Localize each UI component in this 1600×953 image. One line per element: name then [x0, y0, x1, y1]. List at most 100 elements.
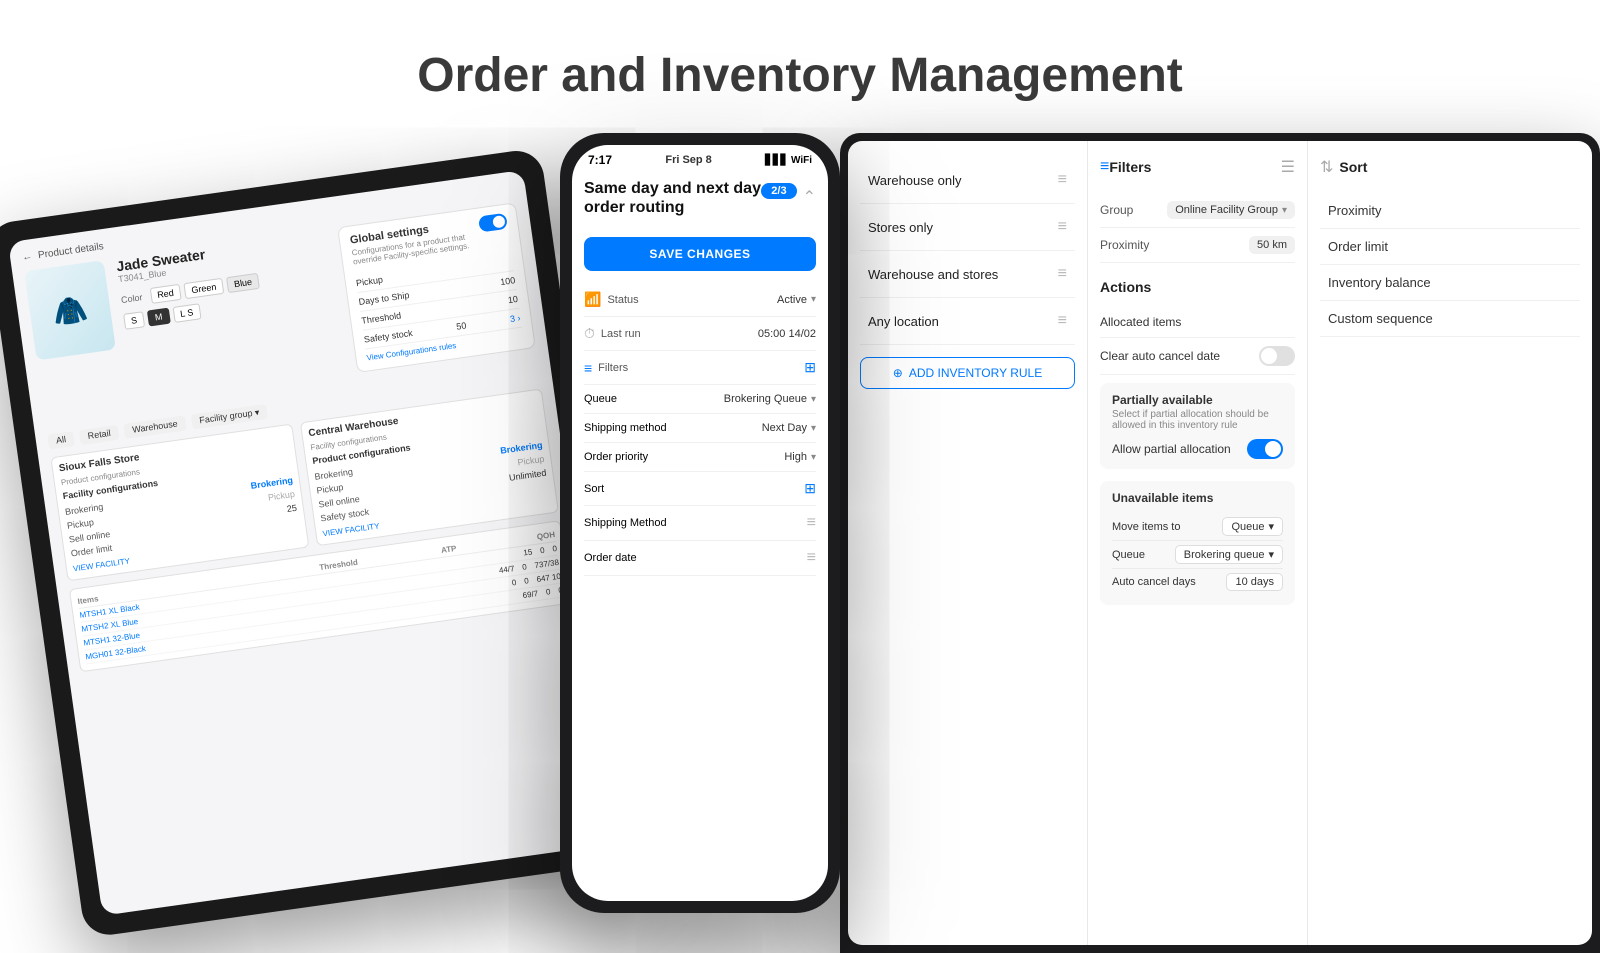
shipping-method-row[interactable]: Shipping method Next Day ▾ — [584, 414, 816, 443]
gs-days-label: Days to Ship — [358, 290, 410, 307]
proximity-value[interactable]: 50 km — [1249, 236, 1295, 254]
queue-brokering-value[interactable]: Brokering queue ▾ — [1175, 545, 1283, 564]
any-location-label: Any location — [868, 314, 939, 329]
gs-threshold-val: 10 — [507, 294, 518, 305]
routing-title: Same day and next day order routing — [584, 179, 761, 217]
stores-only-label: Stores only — [868, 220, 933, 235]
order-date-row: Order date ≡ — [584, 541, 816, 576]
gs-threshold-label: Threshold — [361, 310, 402, 325]
order-priority-row[interactable]: Order priority High ▾ — [584, 443, 816, 472]
status-value: Active — [777, 294, 807, 306]
shipping-method-value: Next Day — [762, 422, 807, 434]
partial-subtitle: Select if partial allocation should be a… — [1112, 409, 1283, 431]
move-items-value[interactable]: Queue ▾ — [1222, 517, 1283, 536]
group-label: Group — [1100, 203, 1133, 217]
order-priority-label: Order priority — [584, 451, 648, 463]
central-warehouse-col: Central Warehouse Facility configuration… — [300, 388, 559, 546]
tag-retail[interactable]: Retail — [79, 425, 120, 445]
filters-row[interactable]: ≡ Filters ⊞ — [584, 351, 816, 385]
last-run-icon: ⏱ — [584, 325, 595, 342]
warehouse-only-item[interactable]: Warehouse only ≡ — [860, 157, 1075, 204]
clear-cancel-label: Clear auto cancel date — [1100, 349, 1220, 363]
auto-cancel-label: Auto cancel days — [1112, 576, 1196, 588]
gs-safety-arrow: 3 › — [509, 313, 521, 324]
sort-proximity[interactable]: Proximity — [1320, 193, 1580, 229]
tag-all[interactable]: All — [47, 431, 75, 449]
size-l[interactable]: L S — [172, 303, 201, 323]
add-inventory-rule-button[interactable]: ⊕ ADD INVENTORY RULE — [860, 357, 1075, 389]
color-blue[interactable]: Blue — [226, 273, 260, 293]
sort-custom-sequence[interactable]: Custom sequence — [1320, 301, 1580, 337]
queue-brokering-row: Queue Brokering queue ▾ — [1112, 541, 1283, 569]
allocated-items-label: Allocated items — [1100, 315, 1181, 329]
product-screen: ← Product details 🧥 Jade Sweater T3041_B… — [8, 170, 618, 916]
sort-inventory-balance[interactable]: Inventory balance — [1320, 265, 1580, 301]
global-settings-box: Global settings Configurations for a pro… — [337, 202, 536, 373]
allow-partial-row: Allow partial allocation — [1112, 439, 1283, 459]
sort-header: ⇅ Sort — [1320, 157, 1580, 177]
center-phone-screen: 7:17 Fri Sep 8 ▋▋▋ WiFi Same day and nex… — [572, 145, 828, 901]
phone-content: Same day and next day order routing 2/3 … — [572, 171, 828, 584]
location-column: Warehouse only ≡ Stores only ≡ Warehouse… — [848, 141, 1088, 945]
shipping-method-label: Shipping method — [584, 422, 667, 434]
priority-chevron: ▾ — [811, 452, 816, 463]
devices-area: ← Product details 🧥 Jade Sweater T3041_B… — [0, 133, 1600, 853]
size-s[interactable]: S — [123, 311, 145, 330]
sioux-falls-col: Sioux Falls Store Product configurations… — [50, 424, 309, 582]
color-red[interactable]: Red — [149, 284, 181, 304]
gs-days-val: 100 — [500, 275, 516, 287]
clear-cancel-toggle[interactable] — [1259, 346, 1295, 366]
tag-facility-group[interactable]: Facility group ▾ — [190, 404, 268, 430]
sort-column: ⇅ Sort Proximity Order limit Inventory b… — [1308, 141, 1592, 945]
status-label: Status — [607, 294, 638, 306]
queue-label: Queue — [584, 393, 617, 405]
queue-brokering-label: Queue — [1112, 549, 1145, 561]
phone-status-bar: 7:17 Fri Sep 8 ▋▋▋ WiFi — [572, 145, 828, 171]
left-tablet: ← Product details 🧥 Jade Sweater T3041_B… — [0, 147, 640, 938]
status-chevron: ▾ — [811, 294, 816, 305]
center-phone: 7:17 Fri Sep 8 ▋▋▋ WiFi Same day and nex… — [560, 133, 840, 913]
size-m[interactable]: M — [147, 308, 171, 327]
filters-icon-right: ⊞ — [804, 359, 816, 376]
color-green[interactable]: Green — [183, 278, 224, 299]
phone-signal-icons: ▋▋▋ WiFi — [765, 155, 812, 166]
stores-only-drag: ≡ — [1058, 218, 1067, 236]
partially-available-box: Partially available Select if partial al… — [1100, 383, 1295, 469]
filters-header: ≡ Filters ☰ — [1100, 157, 1295, 177]
last-run-value: 05:00 14/02 — [758, 328, 816, 340]
queue-row[interactable]: Queue Brokering Queue ▾ — [584, 385, 816, 414]
warehouse-stores-label: Warehouse and stores — [868, 267, 998, 282]
warehouse-stores-item[interactable]: Warehouse and stores ≡ — [860, 251, 1075, 298]
filters-column: ≡ Filters ☰ Group Online Facility Group … — [1088, 141, 1308, 945]
sort-title: Sort — [1339, 159, 1367, 175]
any-location-drag: ≡ — [1058, 312, 1067, 330]
auto-cancel-row: Auto cancel days 10 days — [1112, 569, 1283, 595]
status-icon: 📶 — [584, 291, 601, 308]
allow-partial-toggle[interactable] — [1247, 439, 1283, 459]
gs-pickup-label: Pickup — [355, 275, 383, 289]
clear-cancel-row: Clear auto cancel date — [1100, 338, 1295, 375]
status-row: 📶 Status Active ▾ — [584, 283, 816, 317]
proximity-label: Proximity — [1100, 238, 1149, 252]
auto-cancel-value[interactable]: 10 days — [1226, 573, 1283, 591]
any-location-item[interactable]: Any location ≡ — [860, 298, 1075, 345]
sort-arrows-icon: ⇅ — [1320, 157, 1333, 177]
color-label: Color — [120, 292, 143, 305]
save-changes-button[interactable]: SAVE CHANGES — [584, 237, 816, 271]
sort-row[interactable]: Sort ⊞ — [584, 472, 816, 506]
move-items-label: Move items to — [1112, 521, 1180, 533]
right-panel-screen: Warehouse only ≡ Stores only ≡ Warehouse… — [848, 141, 1592, 945]
warehouse-only-drag: ≡ — [1058, 171, 1067, 189]
right-panel: Warehouse only ≡ Stores only ≡ Warehouse… — [840, 133, 1600, 953]
global-settings-toggle[interactable] — [478, 213, 508, 233]
tag-warehouse[interactable]: Warehouse — [123, 415, 186, 438]
allow-partial-label: Allow partial allocation — [1112, 442, 1231, 456]
order-priority-value: High — [784, 451, 807, 463]
filters-icon-left: ≡ — [584, 360, 592, 376]
shipping-method-drag-label: Shipping Method — [584, 517, 667, 529]
group-value[interactable]: Online Facility Group ▾ — [1167, 201, 1295, 219]
page-title: Order and Inventory Management — [0, 48, 1600, 103]
stores-only-item[interactable]: Stores only ≡ — [860, 204, 1075, 251]
sort-order-limit[interactable]: Order limit — [1320, 229, 1580, 265]
group-filter-row: Group Online Facility Group ▾ — [1100, 193, 1295, 228]
